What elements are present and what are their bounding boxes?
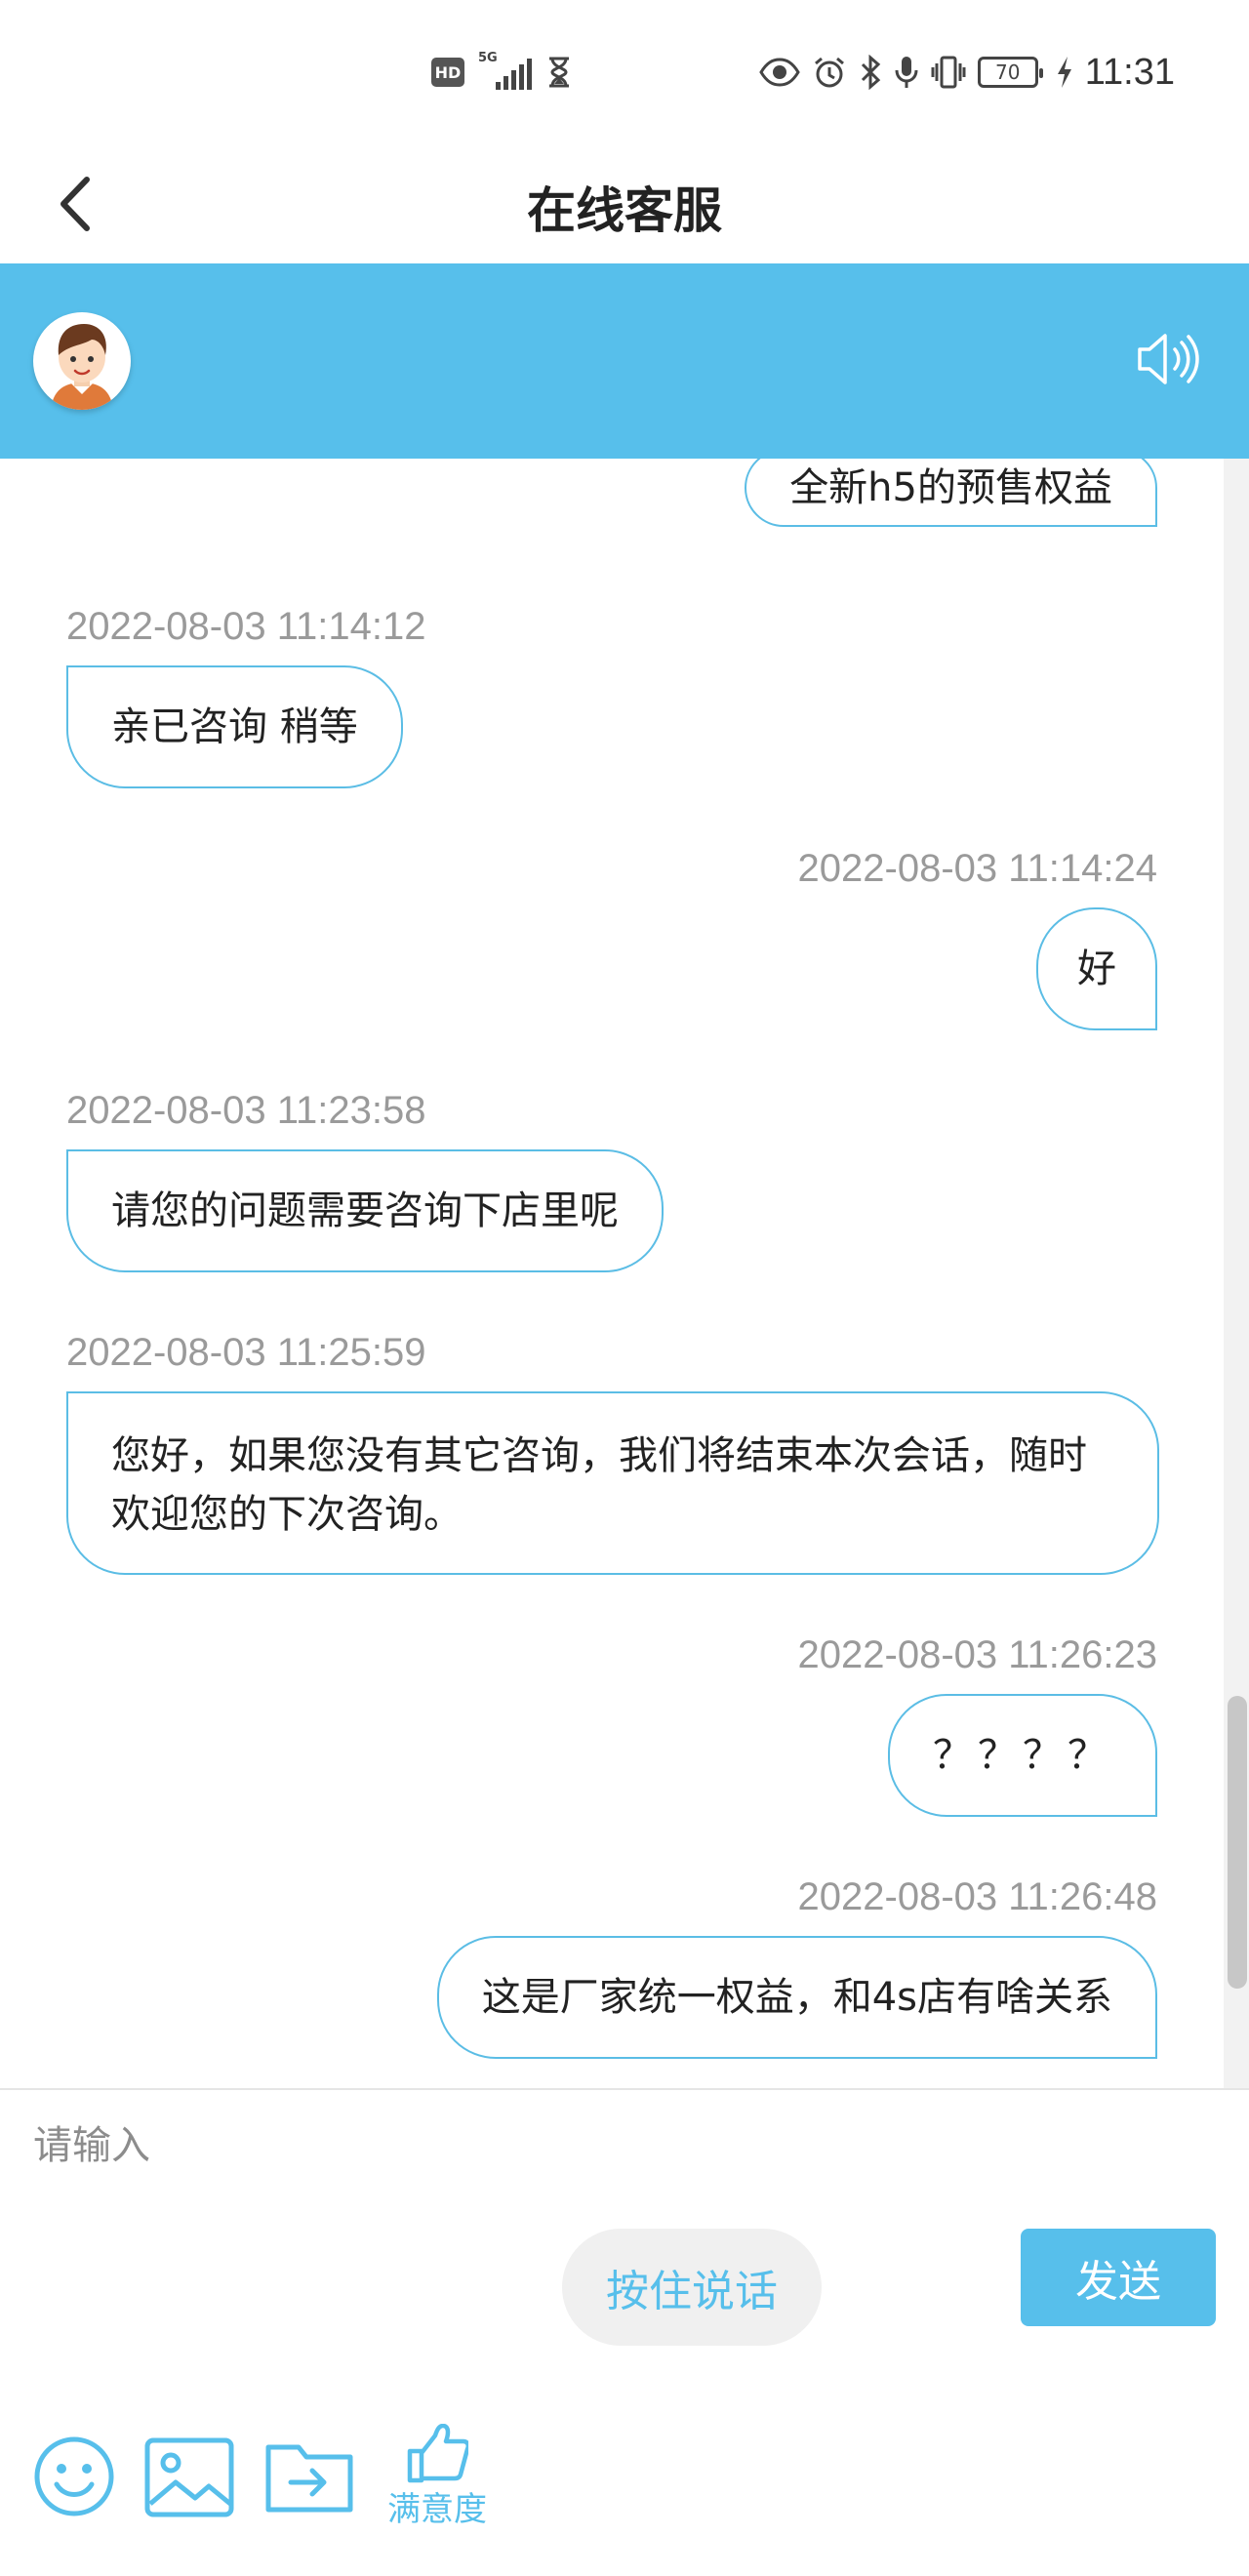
thumbs-up-icon: [407, 2424, 468, 2483]
battery-icon: 70: [977, 57, 1043, 88]
message-timestamp: 2022-08-03 11:26:23: [797, 1633, 1157, 1676]
page-title: 在线客服: [527, 182, 722, 239]
eye-icon: [758, 58, 800, 87]
signal-icon: 5G: [478, 51, 532, 90]
status-right: 70 11:31: [758, 51, 1175, 94]
message-timestamp: 2022-08-03 11:23:58: [66, 1089, 426, 1132]
scrollbar-track[interactable]: [1224, 459, 1249, 2088]
status-left: HD 5G: [431, 51, 574, 94]
composer: 满意度 按住说话 发送: [0, 2088, 1249, 2576]
message-timestamp: 2022-08-03 11:25:59: [66, 1331, 426, 1374]
message-timestamp: 2022-08-03 11:26:48: [797, 1875, 1157, 1918]
title-bar: 在线客服: [0, 146, 1249, 263]
chat-history[interactable]: 全新h5的预售权益 2022-08-03 11:14:12 亲已咨询 稍等 20…: [0, 459, 1249, 2088]
message-bubble-user: 全新h5的预售权益: [745, 459, 1157, 527]
network-type: 5G: [478, 51, 498, 65]
speaker-icon[interactable]: [1136, 330, 1200, 388]
satisfaction-button[interactable]: 满意度: [379, 2424, 496, 2531]
hourglass-icon: [549, 57, 569, 88]
emoji-icon[interactable]: [33, 2435, 115, 2517]
message-bubble-agent: 亲已咨询 稍等: [66, 665, 403, 788]
message-bubble-agent: 请您的问题需要咨询下店里呢: [66, 1149, 664, 1272]
message-bubble-user: 这是厂家统一权益，和4s店有啥关系: [436, 1936, 1157, 2059]
hd-icon: HD: [431, 58, 464, 87]
agent-bar: [0, 263, 1249, 459]
vibrate-icon: [931, 56, 966, 89]
agent-avatar-icon: [33, 312, 131, 410]
scrollbar-thumb[interactable]: [1228, 1696, 1247, 1989]
message-bubble-agent: 您好，如果您没有其它咨询，我们将结束本次会话，随时欢迎您的下次咨询。: [66, 1391, 1159, 1575]
charging-icon: [1057, 57, 1071, 88]
file-transfer-icon[interactable]: [265, 2437, 353, 2516]
message-timestamp: 2022-08-03 11:14:12: [66, 605, 426, 648]
satisfaction-label: 满意度: [387, 2490, 487, 2529]
alarm-icon: [814, 57, 844, 88]
clock: 11:31: [1084, 51, 1175, 93]
message-bubble-user: 好: [1036, 907, 1157, 1030]
mic-icon: [895, 57, 918, 88]
message-bubble-user: ？？？？: [888, 1694, 1157, 1817]
hold-to-talk-button[interactable]: 按住说话: [562, 2229, 822, 2346]
composer-toolbar: 满意度: [0, 2383, 1249, 2539]
send-button[interactable]: 发送: [1021, 2229, 1216, 2326]
image-icon[interactable]: [144, 2437, 234, 2517]
status-bar: HD 5G 70 11:31: [0, 0, 1249, 146]
message-timestamp: 2022-08-03 11:14:24: [797, 847, 1157, 890]
bluetooth-icon: [861, 55, 880, 90]
